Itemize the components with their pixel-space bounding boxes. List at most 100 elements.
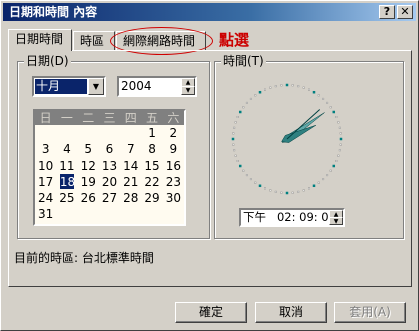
clock-minute-mark [234, 154, 237, 157]
calendar-day[interactable]: 27 [99, 190, 120, 206]
calendar-day[interactable]: 4 [56, 141, 77, 157]
calendar-blank-cell [35, 125, 56, 141]
clock-second-hand [286, 109, 321, 140]
clock-minute-mark [254, 94, 257, 97]
calendar[interactable]: 日一二三四五六 1 2 3 4 5 6 7 8 9 10 11 12 13 14 15 16 17 18 19 20 2… [33, 109, 186, 226]
calendar-day[interactable]: 31 [35, 206, 56, 222]
month-dropdown[interactable]: 十月 ▼ [32, 76, 106, 97]
calendar-day[interactable]: 25 [56, 190, 77, 206]
calendar-day[interactable]: 9 [163, 141, 184, 157]
clock-minute-mark [291, 84, 294, 87]
clock-minute-mark [280, 84, 283, 87]
tab-time-zone[interactable]: 時區 [73, 31, 115, 51]
clock-minute-mark [269, 86, 272, 89]
calendar-day[interactable]: 6 [99, 141, 120, 157]
clock-minute-mark [242, 106, 245, 109]
ok-button[interactable]: 確定 [175, 302, 247, 323]
calendar-day[interactable]: 21 [120, 174, 141, 190]
clock-hour-mark [312, 184, 316, 188]
clock-minute-mark [249, 97, 252, 100]
time-value: 下午 02: 09: 08 [243, 210, 336, 224]
calendar-day[interactable]: 22 [141, 174, 162, 190]
clock-minute-mark [297, 85, 300, 88]
weekday-header: 四 [124, 111, 137, 125]
calendar-day[interactable]: 10 [35, 158, 56, 174]
clock-minute-mark [339, 143, 342, 146]
tab-date-time[interactable]: 日期時間 [8, 29, 72, 51]
clock-minute-mark [264, 88, 266, 91]
clock-hour-mark [258, 90, 262, 94]
calendar-day[interactable]: 1 [141, 125, 162, 141]
clock-minute-mark [337, 154, 340, 157]
calendar-day[interactable]: 5 [78, 141, 99, 157]
calendar-day[interactable]: 11 [56, 158, 77, 174]
clock-minute-mark [308, 187, 310, 190]
clock-minute-mark [269, 189, 272, 192]
clock-minute-mark [322, 178, 325, 181]
calendar-day[interactable]: 7 [120, 141, 141, 157]
calendar-day[interactable]: 24 [35, 190, 56, 206]
clock-minute-mark [232, 143, 235, 146]
calendar-day[interactable]: 18 [59, 173, 75, 189]
calendar-day[interactable]: 28 [120, 190, 141, 206]
calendar-day[interactable]: 14 [120, 158, 141, 174]
time-group-label: 時間(T) [221, 54, 266, 68]
spin-down-icon[interactable]: ▼ [329, 217, 343, 225]
weekday-header: 日 [39, 111, 52, 125]
clock-hour-mark [332, 110, 336, 114]
chevron-down-icon[interactable]: ▼ [88, 78, 104, 95]
clock-minute-mark [233, 126, 236, 129]
calendar-blank-cell [99, 125, 120, 141]
calendar-day[interactable]: 20 [99, 174, 120, 190]
close-button[interactable]: ✕ [397, 5, 413, 19]
tab-label: 日期時間 [15, 32, 64, 46]
clock-minute-mark [339, 132, 342, 135]
calendar-day[interactable]: 13 [99, 158, 120, 174]
clock-minute-mark [302, 189, 305, 192]
apply-button[interactable]: 套用(A) [334, 302, 406, 323]
calendar-day[interactable]: 2 [163, 125, 184, 141]
help-button[interactable]: ? [379, 5, 395, 19]
spin-down-icon[interactable]: ▼ [181, 86, 195, 95]
calendar-day[interactable]: 16 [163, 158, 184, 174]
calendar-blank-cell [78, 125, 99, 141]
clock-minute-mark [232, 132, 235, 135]
calendar-day[interactable]: 26 [78, 190, 99, 206]
calendar-day[interactable]: 15 [141, 158, 162, 174]
cancel-button[interactable]: 取消 [255, 302, 327, 323]
calendar-day[interactable]: 29 [141, 190, 162, 206]
clock-minute-mark [291, 191, 294, 194]
calendar-day[interactable]: 12 [78, 158, 99, 174]
weekday-header-row: 日一二三四五六 [35, 111, 184, 125]
weekday-header: 六 [167, 111, 180, 125]
calendar-blank-cell [56, 125, 77, 141]
clock-minute-mark [326, 101, 329, 104]
calendar-day[interactable]: 3 [35, 141, 56, 157]
clock-hour-mark [238, 110, 242, 114]
clock-hour-mark [231, 137, 235, 141]
weekday-header: 一 [60, 111, 73, 125]
month-value: 十月 [35, 79, 87, 94]
clock-minute-mark [329, 169, 332, 172]
clock-hour-mark [285, 83, 289, 87]
calendar-day[interactable]: 30 [163, 190, 184, 206]
calendar-day[interactable]: 19 [78, 174, 99, 190]
clock-minute-mark [234, 121, 237, 124]
clock-hour-mark [258, 184, 262, 188]
calendar-day[interactable]: 17 [35, 174, 56, 190]
clock-minute-mark [322, 97, 325, 100]
annotation-label: 點選 [219, 31, 250, 49]
year-spinner[interactable]: 2004 ▲ ▼ [117, 76, 197, 97]
clock-minute-mark [274, 85, 277, 88]
title-bar[interactable]: 日期和時間 內容 ? ✕ [3, 3, 416, 21]
clock-minute-mark [242, 169, 245, 172]
window-title: 日期和時間 內容 [9, 5, 98, 19]
time-spinner[interactable]: 下午 02: 09: 08 ▲ ▼ [239, 208, 345, 227]
calendar-day[interactable]: 23 [163, 174, 184, 190]
weekday-header: 五 [146, 111, 159, 125]
calendar-days: 1 2 3 4 5 6 7 8 9 10 11 12 13 14 15 16 17 18 19 20 21 22 23 24 2… [35, 125, 184, 223]
calendar-day[interactable]: 8 [141, 141, 162, 157]
clock-minute-mark [329, 106, 332, 109]
clock-hour-mark [285, 191, 289, 195]
year-value: 2004 [121, 79, 152, 93]
